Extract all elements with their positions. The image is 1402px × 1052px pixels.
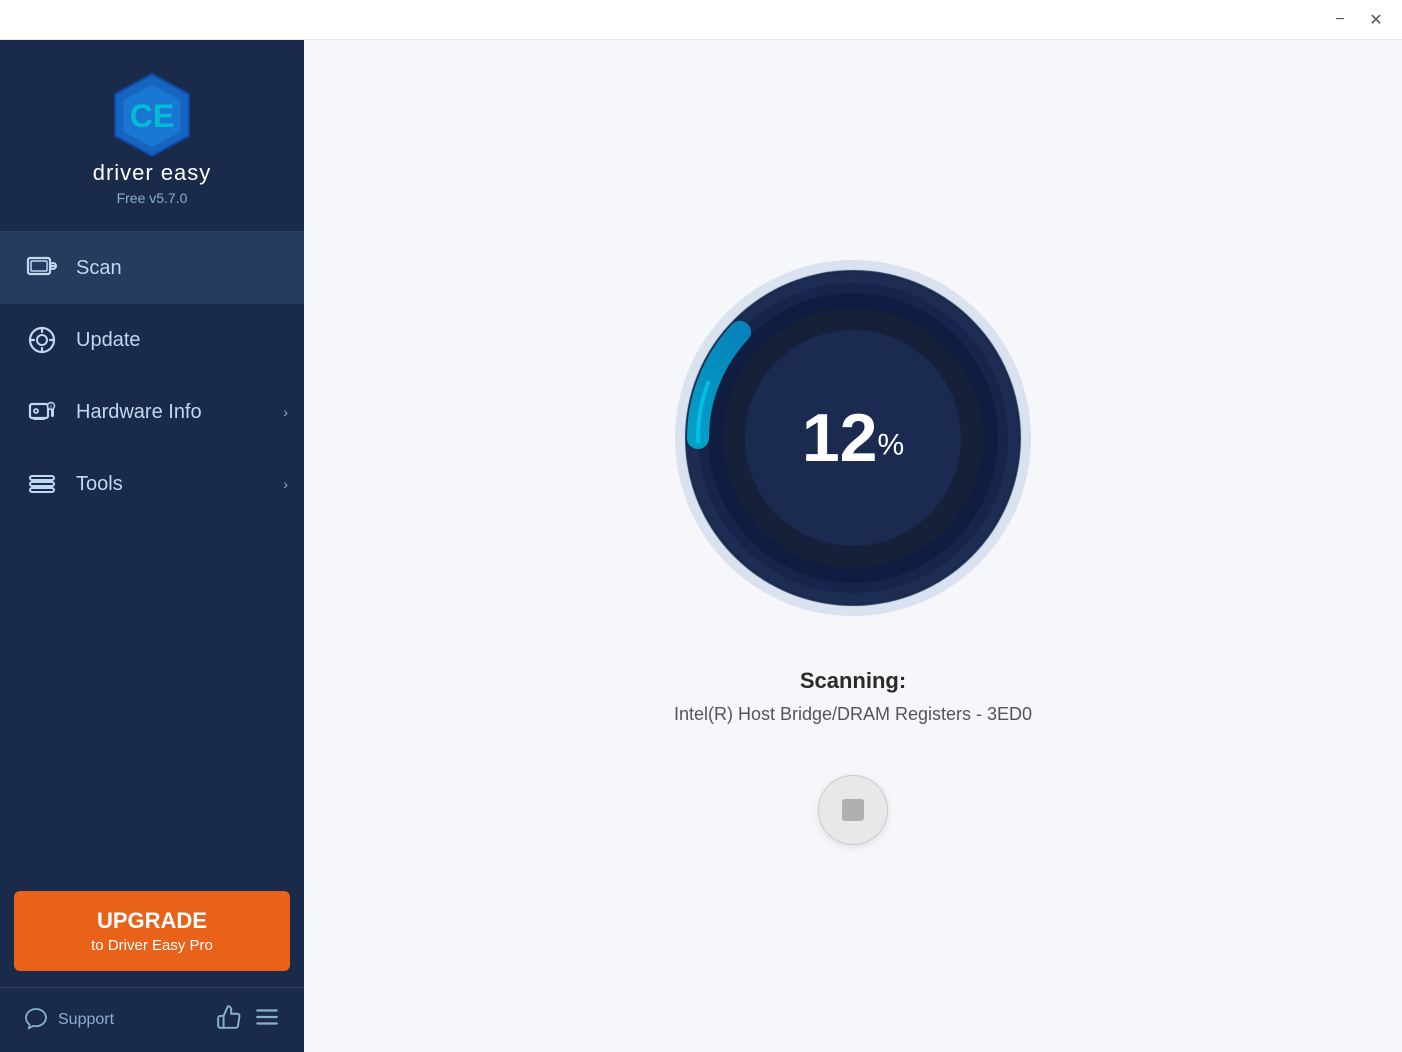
support-label: Support [58, 1011, 114, 1029]
sidebar-item-hardware-info[interactable]: i Hardware Info › [0, 376, 304, 448]
scan-percent-value: 12 [802, 400, 878, 476]
tools-icon [24, 466, 60, 502]
scan-percentage: 12% [802, 404, 904, 472]
scan-label: Scan [76, 257, 122, 280]
sidebar-logo: CE driver easy Free v5.7.0 [0, 40, 304, 232]
scan-progress-container: 12% [663, 248, 1043, 628]
tools-chevron-icon: › [283, 476, 288, 492]
sidebar-footer: Support [0, 987, 304, 1052]
title-bar: − ✕ [0, 0, 1402, 40]
app-logo-icon: CE [107, 70, 197, 160]
sidebar-nav: Scan Update [0, 232, 304, 875]
stop-icon [842, 799, 864, 821]
svg-text:CE: CE [130, 98, 174, 134]
update-icon [24, 322, 60, 358]
app-version: Free v5.7.0 [117, 190, 188, 206]
scanning-label: Scanning: [800, 668, 906, 694]
chat-icon [24, 1006, 48, 1035]
sidebar-item-scan[interactable]: Scan [0, 232, 304, 304]
thumbs-up-icon[interactable] [216, 1004, 242, 1036]
scan-icon [24, 250, 60, 286]
sidebar-item-tools[interactable]: Tools › [0, 448, 304, 520]
main-content: 12% Scanning: Intel(R) Host Bridge/DRAM … [304, 40, 1402, 1052]
hardware-icon: i [24, 394, 60, 430]
minimize-button[interactable]: − [1322, 6, 1358, 34]
stop-button[interactable] [818, 775, 888, 845]
upgrade-line2: to Driver Easy Pro [34, 936, 270, 956]
app-name: driver easy [93, 160, 212, 186]
menu-icon[interactable] [254, 1004, 280, 1036]
update-label: Update [76, 329, 141, 352]
sidebar-item-update[interactable]: Update [0, 304, 304, 376]
upgrade-line1: UPGRADE [34, 907, 270, 936]
tools-label: Tools [76, 473, 123, 496]
app-body: CE driver easy Free v5.7.0 Scan [0, 40, 1402, 1052]
close-button[interactable]: ✕ [1358, 6, 1394, 34]
hardware-info-label: Hardware Info [76, 401, 202, 424]
hardware-info-chevron-icon: › [283, 404, 288, 420]
upgrade-button[interactable]: UPGRADE to Driver Easy Pro [14, 891, 290, 971]
support-link[interactable]: Support [24, 1006, 114, 1035]
footer-icons [216, 1004, 280, 1036]
sidebar: CE driver easy Free v5.7.0 Scan [0, 40, 304, 1052]
scanning-device: Intel(R) Host Bridge/DRAM Registers - 3E… [674, 704, 1032, 725]
scan-percent-sign: % [877, 428, 904, 461]
